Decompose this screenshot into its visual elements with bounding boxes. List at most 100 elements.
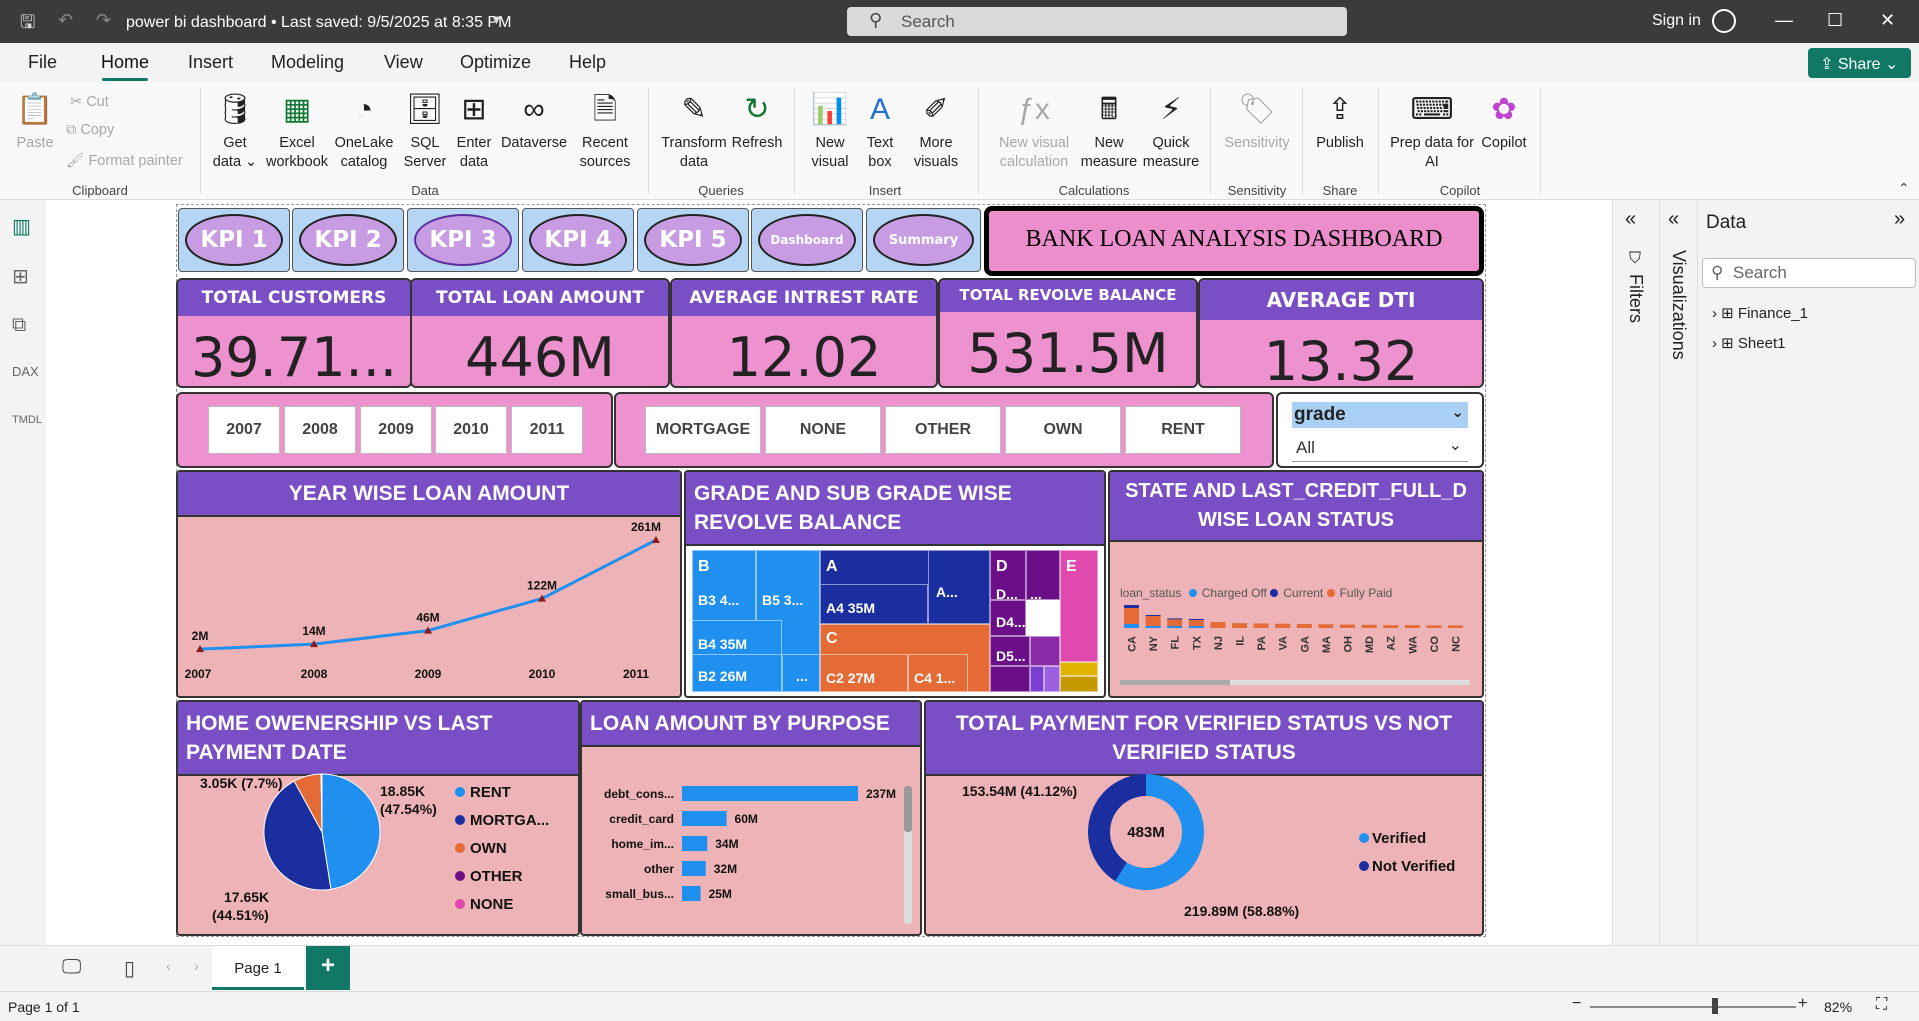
nav-kpi1-button[interactable]: KPI 1 [178, 208, 290, 272]
dax-view-icon[interactable]: DAX [12, 364, 39, 379]
state-loan-status-visual[interactable]: STATE AND LAST_CREDIT_FULL_D WISE LOAN S… [1108, 470, 1484, 698]
treemap-cell[interactable] [1060, 662, 1098, 676]
transform-data-button[interactable]: ✎ Transform data [656, 90, 732, 172]
tab-page1[interactable]: Page 1 [212, 946, 304, 990]
sql-server-button[interactable]: 🗄 SQL Server [400, 90, 450, 172]
undo-icon[interactable]: ↶ [58, 10, 73, 31]
legend-charged-off[interactable]: Charged Off [1185, 586, 1267, 600]
treemap-cell[interactable] [990, 666, 1030, 692]
data-search-input[interactable]: ⚲ Search [1702, 258, 1916, 288]
nav-kpi2-button[interactable]: KPI 2 [292, 208, 404, 272]
minimize-icon[interactable]: — [1775, 10, 1793, 31]
onelake-catalog-button[interactable]: ◔ OneLake catalog [332, 90, 396, 172]
quick-measure-button[interactable]: ⚡ Quick measure [1142, 90, 1200, 172]
cut-button[interactable]: ✂ Cut [70, 94, 109, 110]
table-item-finance[interactable]: › ⊞ Finance_1 [1712, 304, 1808, 322]
nav-summary-button[interactable]: Summary [866, 208, 981, 272]
next-page-icon[interactable]: › [194, 958, 199, 974]
grade-treemap-visual[interactable]: GRADE AND SUB GRADE WISE REVOLVE BALANCE… [684, 470, 1106, 698]
maximize-icon[interactable]: ☐ [1827, 10, 1843, 31]
get-data-button[interactable]: 🛢 Get data ⌄ [210, 90, 260, 172]
report-view-icon[interactable]: ▥ [12, 214, 31, 239]
enter-data-button[interactable]: ⊞ Enter data [452, 90, 496, 172]
document-title[interactable]: power bi dashboard • Last saved: 9/5/202… [126, 14, 511, 32]
home-slicer-item[interactable]: OTHER [885, 406, 1001, 454]
collapse-left-icon[interactable]: « [1668, 208, 1679, 231]
year-slicer-item[interactable]: 2008 [284, 406, 356, 454]
new-visual-button[interactable]: 📊 New visual [804, 90, 856, 172]
zoom-slider[interactable] [1590, 1006, 1796, 1008]
fit-page-icon[interactable]: ⛶ [1876, 996, 1887, 1014]
grade-slicer-dropdown[interactable]: All ⌄ [1292, 434, 1468, 462]
recent-sources-button[interactable]: 🗎 Recent sources [570, 90, 640, 172]
copy-button[interactable]: ⧉ Copy [66, 122, 114, 138]
close-icon[interactable]: ✕ [1880, 10, 1895, 31]
treemap-cell[interactable] [1030, 636, 1060, 666]
menu-insert[interactable]: Insert [188, 52, 233, 73]
treemap-cell[interactable] [1060, 676, 1098, 692]
zoom-slider-thumb[interactable] [1712, 998, 1718, 1014]
text-box-button[interactable]: A Text box [858, 90, 902, 172]
treemap-cell[interactable] [1044, 666, 1060, 692]
legend-current[interactable]: Current [1270, 586, 1323, 600]
treemap-cell[interactable] [1030, 666, 1044, 692]
nav-kpi5-button[interactable]: KPI 5 [637, 208, 749, 272]
zoom-in-icon[interactable]: + [1798, 995, 1807, 1013]
verified-status-visual[interactable]: TOTAL PAYMENT FOR VERIFIED STATUS VS NOT… [924, 700, 1484, 936]
copilot-button[interactable]: ✿ Copilot [1474, 90, 1534, 153]
year-slicer-item[interactable]: 2009 [360, 406, 432, 454]
model-view-icon[interactable]: ⧉ [12, 314, 26, 337]
redo-icon[interactable]: ↷ [96, 10, 111, 31]
year-slicer-item[interactable]: 2007 [208, 406, 280, 454]
prep-data-ai-button[interactable]: ⌨ Prep data for AI [1384, 90, 1480, 172]
visualizations-pane[interactable]: « Visualizations [1659, 200, 1697, 945]
more-visuals-button[interactable]: ✐ More visuals [906, 90, 966, 172]
refresh-button[interactable]: ↻ Refresh [730, 90, 784, 153]
publish-button[interactable]: ⇪ Publish [1310, 90, 1370, 153]
prev-page-icon[interactable]: ‹ [166, 958, 171, 974]
save-icon[interactable]: 🖫 [20, 10, 35, 40]
paste-button[interactable]: 📋 Paste [14, 90, 56, 153]
sign-in-link[interactable]: Sign in [1652, 12, 1701, 30]
scrollbar[interactable] [904, 786, 912, 924]
nav-dashboard-button[interactable]: Dashboard [751, 208, 863, 272]
nav-kpi4-button[interactable]: KPI 4 [522, 208, 634, 272]
year-slicer-item[interactable]: 2011 [511, 406, 583, 454]
format-painter-button[interactable]: 🖌 Format painter [66, 152, 183, 169]
filters-pane[interactable]: « ⛉ Filters [1612, 200, 1659, 945]
home-slicer-item[interactable]: OWN [1005, 406, 1121, 454]
year-slicer-item[interactable]: 2010 [435, 406, 507, 454]
home-ownership-visual[interactable]: HOME OWENERSHIP VS LAST PAYMENT DATE 3.0… [176, 700, 580, 936]
chevron-down-icon[interactable]: ▼ [490, 12, 503, 27]
menu-optimize[interactable]: Optimize [460, 52, 531, 73]
dataverse-button[interactable]: ∞ Dataverse [498, 90, 570, 153]
excel-workbook-button[interactable]: ▦ Excel workbook [262, 90, 332, 172]
loan-by-purpose-visual[interactable]: LOAN AMOUNT BY PURPOSE debt_cons... 237M c… [580, 700, 922, 936]
legend-fully-paid[interactable]: Fully Paid [1326, 586, 1392, 600]
collapse-left-icon[interactable]: « [1625, 208, 1636, 231]
share-button[interactable]: ⇪ Share ⌄ [1808, 48, 1911, 78]
menu-view[interactable]: View [384, 52, 423, 73]
desktop-layout-icon[interactable]: 🖵 [62, 956, 81, 979]
mobile-layout-icon[interactable]: ▯ [124, 956, 135, 981]
home-slicer-item[interactable]: RENT [1125, 406, 1241, 454]
collapse-right-icon[interactable]: » [1894, 208, 1905, 231]
nav-kpi3-button[interactable]: KPI 3 [407, 208, 519, 272]
new-visual-calculation-button[interactable]: ƒx New visual calculation [992, 90, 1076, 172]
home-slicer-item[interactable]: MORTGAGE [645, 406, 761, 454]
sensitivity-button[interactable]: 🏷 Sensitivity [1220, 90, 1294, 153]
scrollbar-thumb[interactable] [904, 786, 912, 832]
table-view-icon[interactable]: ⊞ [12, 264, 29, 289]
collapse-ribbon-icon[interactable]: ⌃ [1898, 180, 1910, 197]
avatar-icon[interactable] [1712, 9, 1736, 33]
table-item-sheet1[interactable]: › ⊞ Sheet1 [1712, 334, 1785, 352]
home-slicer-item[interactable]: NONE [765, 406, 881, 454]
menu-modeling[interactable]: Modeling [271, 52, 344, 73]
add-page-button[interactable]: + [306, 946, 350, 990]
menu-help[interactable]: Help [569, 52, 606, 73]
tmdl-view-icon[interactable]: TMDL [12, 414, 42, 426]
menu-home[interactable]: Home [101, 52, 149, 73]
year-wise-loan-visual[interactable]: YEAR WISE LOAN AMOUNT 2M 2007 14M 2008 46M 20… [176, 470, 682, 698]
search-input[interactable]: ⚲ Search [847, 7, 1347, 36]
menu-file[interactable]: File [28, 52, 57, 73]
